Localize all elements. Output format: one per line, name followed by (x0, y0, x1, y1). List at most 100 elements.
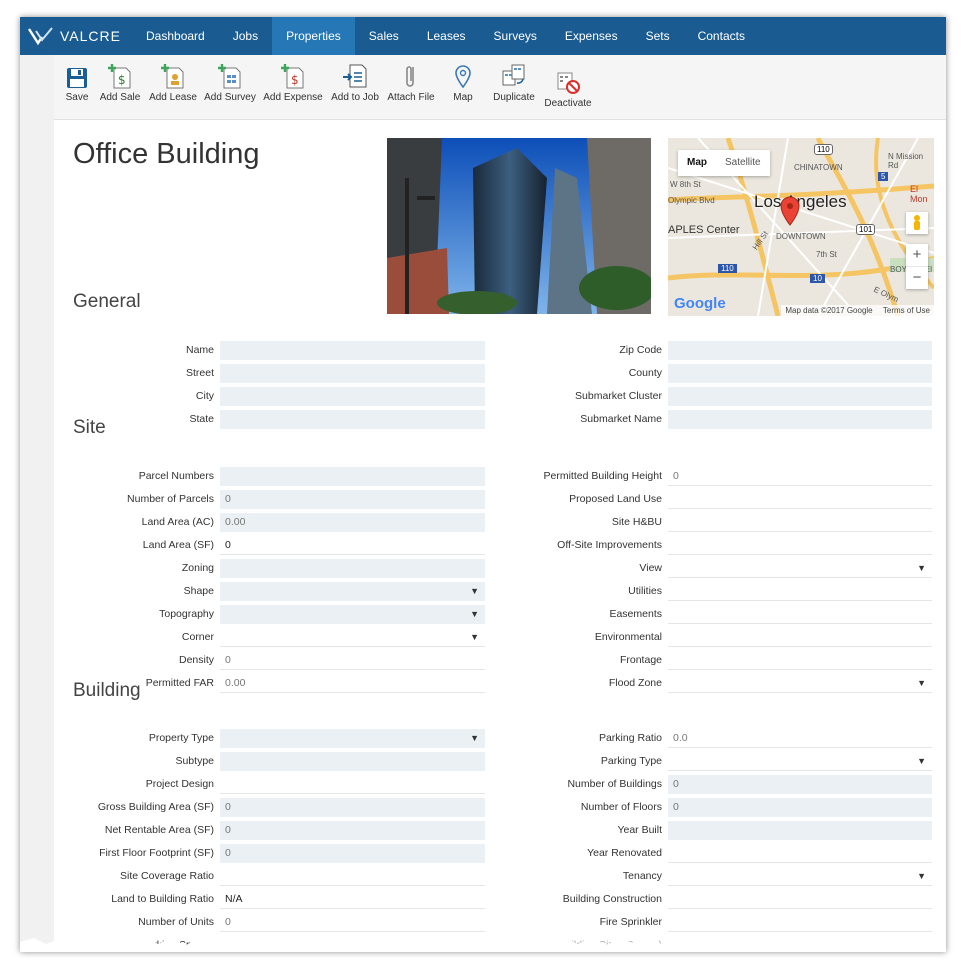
zoom-in-button[interactable]: + (906, 244, 928, 267)
map-label-elmon: El Mon (910, 184, 928, 204)
highway-shield-icon: 110 (814, 144, 833, 155)
topography-field[interactable]: ▼ (220, 605, 485, 624)
off-site-improvements-field[interactable] (668, 536, 932, 555)
brand-logo[interactable]: VALCRE (20, 17, 132, 55)
nav-surveys[interactable]: Surveys (480, 17, 551, 55)
nav-sales[interactable]: Sales (355, 17, 413, 55)
nav-jobs[interactable]: Jobs (219, 17, 272, 55)
land-area-sf-value: 0 (225, 539, 231, 551)
dropdown-caret-icon[interactable]: ▼ (917, 674, 926, 693)
net-rentable-area-sf-field[interactable]: 0 (220, 821, 485, 840)
fire-sprinkler-field[interactable] (668, 913, 932, 932)
svg-text:$: $ (118, 73, 126, 87)
proposed-land-use-field[interactable] (668, 490, 932, 509)
county-label: County (628, 367, 662, 379)
city-field[interactable] (220, 387, 485, 406)
map-label-7th: 7th St (816, 250, 837, 259)
app-window: VALCRE Dashboard Jobs Properties Sales L… (20, 17, 946, 952)
highway-shield-icon: 110 (718, 264, 737, 273)
deactivate-button[interactable]: Deactivate (542, 67, 594, 109)
land-area-ac-field[interactable]: 0.00 (220, 513, 485, 532)
dropdown-caret-icon[interactable]: ▼ (470, 605, 479, 624)
submarket-cluster-field[interactable] (668, 387, 932, 406)
site-coverage-ratio-field[interactable] (220, 867, 485, 886)
gross-building-area-sf-field[interactable]: 0 (220, 798, 485, 817)
permitted-far-field[interactable]: 0.00 (220, 674, 485, 693)
shape-field[interactable]: ▼ (220, 582, 485, 601)
attach-file-button[interactable]: Attach File (386, 61, 436, 103)
view-field[interactable]: ▼ (668, 559, 932, 578)
building-construction-field[interactable] (668, 890, 932, 909)
dropdown-caret-icon[interactable]: ▼ (917, 559, 926, 578)
dropdown-caret-icon[interactable]: ▼ (470, 582, 479, 601)
number-of-units-field[interactable]: 0 (220, 913, 485, 932)
county-field[interactable] (668, 364, 932, 383)
nav-contacts[interactable]: Contacts (684, 17, 759, 55)
site-h-bu-field[interactable] (668, 513, 932, 532)
number-of-floors-field[interactable]: 0 (668, 798, 932, 817)
land-area-sf-field[interactable]: 0 (220, 536, 485, 555)
map-terms-link[interactable]: Terms of Use (883, 306, 930, 315)
zoning-field[interactable] (220, 559, 485, 578)
utilities-field[interactable] (668, 582, 932, 601)
land-to-building-ratio-field[interactable]: N/A (220, 890, 485, 909)
map-marker-icon[interactable] (780, 196, 800, 226)
flood-zone-field[interactable]: ▼ (668, 674, 932, 693)
parking-ratio-field[interactable]: 0.0 (668, 729, 932, 748)
map-pin-icon (455, 65, 471, 89)
nav-expenses[interactable]: Expenses (551, 17, 632, 55)
brand-name: VALCRE (60, 28, 121, 44)
environmental-field[interactable] (668, 628, 932, 647)
property-photo[interactable] (387, 138, 651, 314)
google-logo[interactable]: Google (674, 295, 726, 312)
frontage-field[interactable] (668, 651, 932, 670)
add-expense-button[interactable]: $ Add Expense (262, 61, 324, 103)
nav-leases[interactable]: Leases (413, 17, 480, 55)
number-of-units-value: 0 (225, 916, 231, 928)
parking-type-field[interactable]: ▼ (668, 752, 932, 771)
add-sale-label: Add Sale (99, 92, 141, 103)
zoom-out-button[interactable]: − (906, 267, 928, 289)
add-lease-button[interactable]: Add Lease (148, 61, 198, 103)
project-design-field[interactable] (220, 775, 485, 794)
add-survey-button[interactable]: Add Survey (204, 61, 256, 103)
nav-sets[interactable]: Sets (632, 17, 684, 55)
add-to-job-button[interactable]: Add to Job (330, 61, 380, 103)
density-field[interactable]: 0 (220, 651, 485, 670)
map-button[interactable]: Map (446, 61, 480, 103)
location-map[interactable]: Map Satellite Los Angeles CHINATOWN DOWN… (668, 138, 934, 316)
add-sale-button[interactable]: $ Add Sale (98, 61, 142, 103)
street-view-pegman-icon[interactable] (906, 212, 928, 234)
dropdown-caret-icon[interactable]: ▼ (917, 867, 926, 886)
first-floor-footprint-sf-field[interactable]: 0 (220, 844, 485, 863)
save-button[interactable]: Save (62, 61, 92, 103)
street-label: Street (185, 367, 214, 379)
easements-field[interactable] (668, 605, 932, 624)
map-type-map-button[interactable]: Map (678, 150, 716, 176)
number-of-buildings-field[interactable]: 0 (668, 775, 932, 794)
dropdown-caret-icon[interactable]: ▼ (470, 729, 479, 748)
map-type-satellite-button[interactable]: Satellite (716, 150, 770, 176)
permitted-building-height-field[interactable]: 0 (668, 467, 932, 486)
year-built-field[interactable] (668, 821, 932, 840)
dropdown-caret-icon[interactable]: ▼ (470, 628, 479, 647)
nav-dashboard[interactable]: Dashboard (132, 17, 219, 55)
number-of-parcels-field[interactable]: 0 (220, 490, 485, 509)
duplicate-button[interactable]: Duplicate (488, 61, 540, 103)
subtype-field[interactable] (220, 752, 485, 771)
year-renovated-field[interactable] (668, 844, 932, 863)
zip-code-field[interactable] (668, 341, 932, 360)
shape-label: Shape (183, 585, 214, 597)
tenancy-field[interactable]: ▼ (668, 867, 932, 886)
parcel-numbers-field[interactable] (220, 467, 485, 486)
valcre-logo-icon (28, 27, 53, 46)
corner-field[interactable]: ▼ (220, 628, 485, 647)
state-field[interactable] (220, 410, 485, 429)
street-field[interactable] (220, 364, 485, 383)
nav-properties[interactable]: Properties (272, 17, 355, 55)
submarket-name-field[interactable] (668, 410, 932, 429)
name-field[interactable] (220, 341, 485, 360)
zoom-control: + − (906, 244, 928, 289)
dropdown-caret-icon[interactable]: ▼ (917, 752, 926, 771)
property-type-field[interactable]: ▼ (220, 729, 485, 748)
